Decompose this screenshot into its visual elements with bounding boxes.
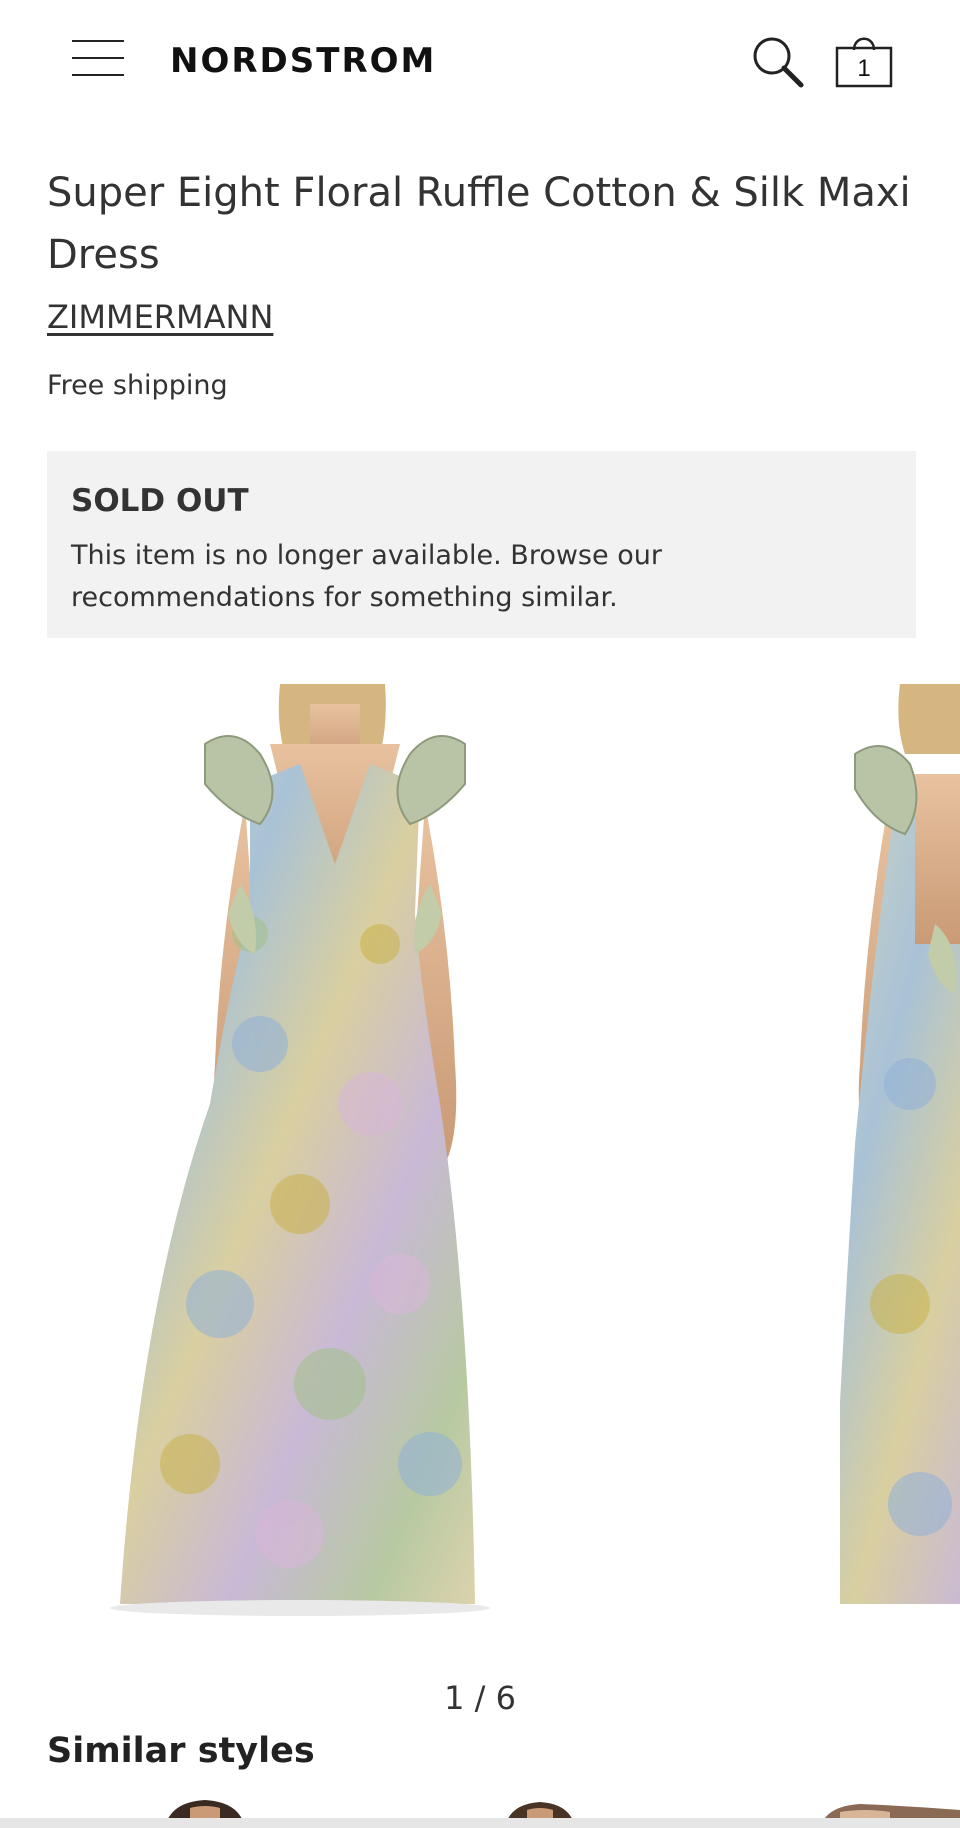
product-title: Super Eight Floral Ruffle Cotton & Silk … bbox=[47, 170, 911, 278]
shipping-info: Free shipping bbox=[47, 370, 228, 401]
search-icon[interactable] bbox=[750, 34, 806, 90]
product-image-carousel[interactable] bbox=[0, 684, 960, 1624]
sold-out-title: SOLD OUT bbox=[71, 483, 249, 519]
shopping-bag-icon[interactable]: 1 bbox=[834, 30, 894, 92]
nordstrom-logo[interactable]: NORDSTROM bbox=[170, 36, 436, 86]
bag-count-badge: 1 bbox=[857, 55, 871, 82]
product-image-back[interactable] bbox=[840, 684, 960, 1624]
bottom-divider bbox=[0, 1818, 960, 1828]
brand-link[interactable]: ZIMMERMANN bbox=[47, 294, 273, 340]
site-header: NORDSTROM 1 bbox=[0, 0, 960, 120]
hamburger-menu-icon[interactable] bbox=[70, 36, 126, 82]
product-image-front[interactable] bbox=[0, 684, 640, 1624]
sold-out-notice: SOLD OUT This item is no longer availabl… bbox=[47, 451, 916, 638]
sold-out-message: This item is no longer available. Browse… bbox=[71, 540, 662, 613]
gallery-pager: 1 / 6 bbox=[444, 1679, 516, 1717]
similar-styles-heading: Similar styles bbox=[47, 1731, 315, 1771]
